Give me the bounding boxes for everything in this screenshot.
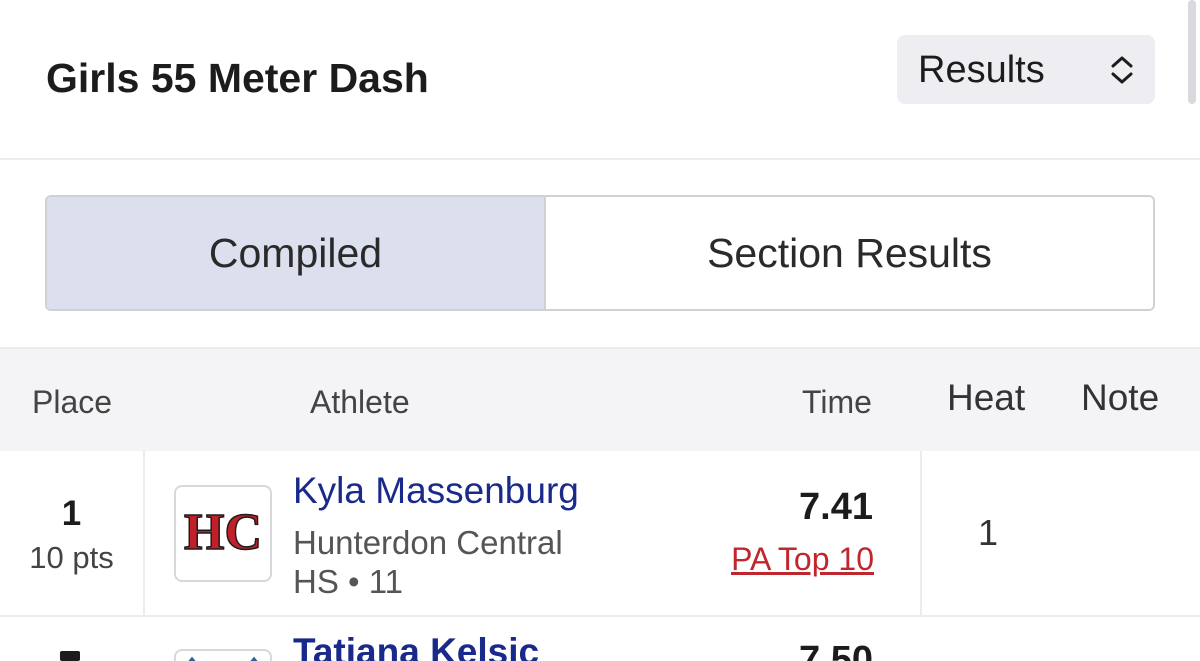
pa-top-10-link[interactable]: PA Top 10 — [731, 540, 874, 578]
athlete-school-grade: HS • 11 — [293, 563, 403, 600]
heat-value: 1 — [977, 512, 999, 553]
tab-compiled[interactable]: Compiled — [47, 197, 546, 309]
team-logo-partial-icon — [188, 656, 258, 661]
hunterdon-central-logo: HC — [183, 503, 263, 562]
results-tabs: Compiled Section Results — [45, 195, 1155, 311]
time-value: 7.50 — [799, 639, 873, 661]
results-select[interactable]: Results — [897, 35, 1155, 104]
time-value: 7.41 — [799, 486, 873, 528]
column-header-time[interactable]: Time — [802, 383, 872, 421]
place-value: 1 — [61, 494, 82, 533]
tab-section-results[interactable]: Section Results — [546, 197, 1153, 309]
event-header: Girls 55 Meter Dash Results — [0, 0, 1200, 158]
athlete-name-link[interactable]: Tatiana Kelsic — [293, 631, 539, 661]
athlete-school: Hunterdon Central — [293, 524, 563, 561]
chevron-up-down-icon — [1111, 56, 1133, 84]
column-header-heat[interactable]: Heat — [947, 379, 1025, 417]
athlete-name-link[interactable]: Kyla Massenburg — [293, 470, 579, 512]
header-divider — [0, 158, 1200, 160]
column-header-place[interactable]: Place — [32, 383, 112, 421]
team-logo[interactable] — [174, 649, 272, 661]
table-row[interactable]: Tatiana Kelsic 7.50 — [0, 617, 1200, 661]
page-title: Girls 55 Meter Dash — [46, 55, 429, 101]
place-value-partial — [60, 651, 80, 661]
column-header-athlete[interactable]: Athlete — [310, 383, 410, 421]
team-logo[interactable]: HC — [174, 485, 272, 582]
points-value: 10 pts — [29, 540, 114, 575]
table-header: Place Athlete Time Heat Note — [0, 347, 1200, 453]
column-header-note[interactable]: Note — [1081, 379, 1159, 417]
select-value: Results — [918, 49, 1045, 91]
svg-text:HC: HC — [184, 504, 262, 561]
